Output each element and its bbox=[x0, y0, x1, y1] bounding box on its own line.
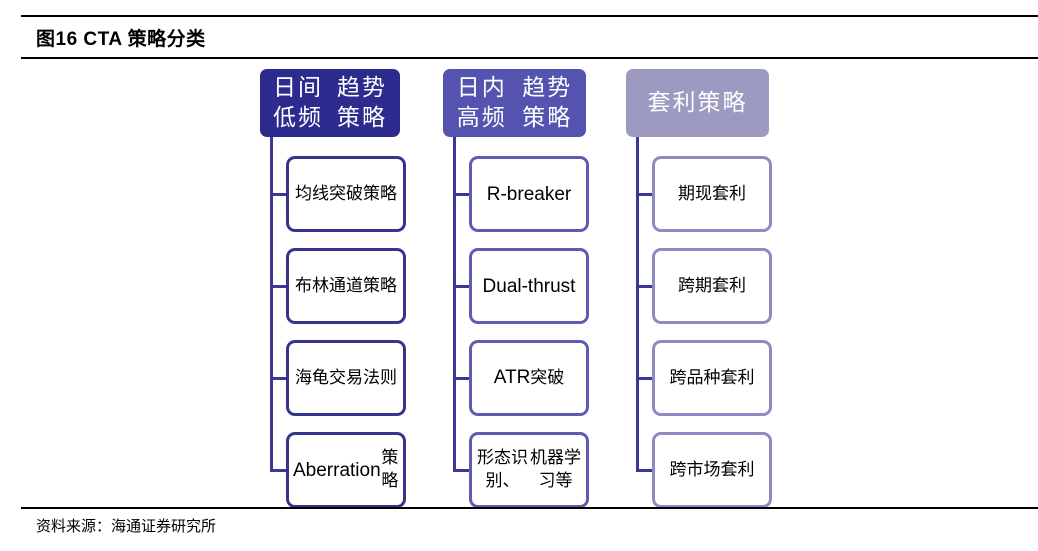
strategy-node: 期现套利 bbox=[652, 156, 772, 232]
category-header-0: 日间低频 趋势策略 bbox=[260, 69, 400, 137]
strategy-node: 跨品种套利 bbox=[652, 340, 772, 416]
connector-trunk bbox=[270, 137, 273, 472]
connector-trunk bbox=[453, 137, 456, 472]
strategy-node: 形态识别、 机器学习等 bbox=[469, 432, 589, 508]
connector-trunk bbox=[636, 137, 639, 472]
strategy-node: Dual-thrust bbox=[469, 248, 589, 324]
title-rule bbox=[21, 57, 1038, 59]
top-rule bbox=[21, 15, 1038, 17]
category-header-1: 日内高频 趋势策略 bbox=[443, 69, 586, 137]
strategy-node: 海龟交易法则 bbox=[286, 340, 406, 416]
strategy-node: ATR突破 bbox=[469, 340, 589, 416]
bottom-rule bbox=[21, 507, 1038, 509]
strategy-node: 跨市场套利 bbox=[652, 432, 772, 508]
strategy-node: R-breaker bbox=[469, 156, 589, 232]
strategy-node: 均线突破策略 bbox=[286, 156, 406, 232]
strategy-node: 跨期套利 bbox=[652, 248, 772, 324]
figure-title: 图16 CTA 策略分类 bbox=[36, 29, 206, 50]
category-header-2: 套利策略 bbox=[626, 69, 769, 137]
strategy-node: 布林通道策略 bbox=[286, 248, 406, 324]
strategy-node: Aberration 策略 bbox=[286, 432, 406, 508]
figure-source: 资料来源：海通证券研究所 bbox=[36, 517, 217, 535]
